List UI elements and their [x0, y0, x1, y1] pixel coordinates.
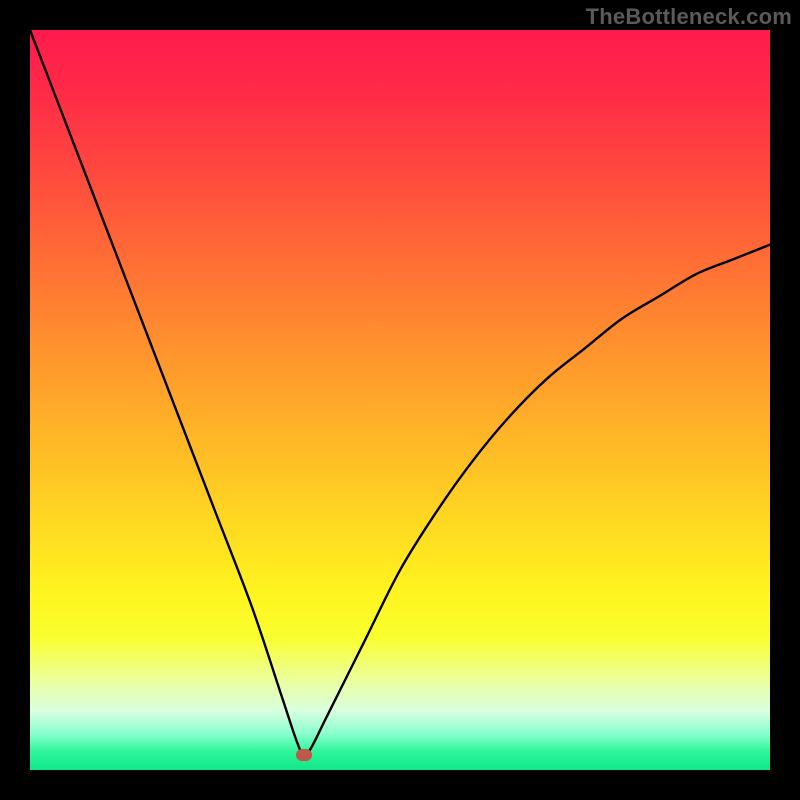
watermark-text: TheBottleneck.com	[586, 4, 792, 30]
plot-area	[30, 30, 770, 770]
curve-svg	[30, 30, 770, 770]
optimal-marker	[296, 749, 312, 761]
chart-frame: TheBottleneck.com	[0, 0, 800, 800]
bottleneck-curve	[30, 30, 770, 756]
